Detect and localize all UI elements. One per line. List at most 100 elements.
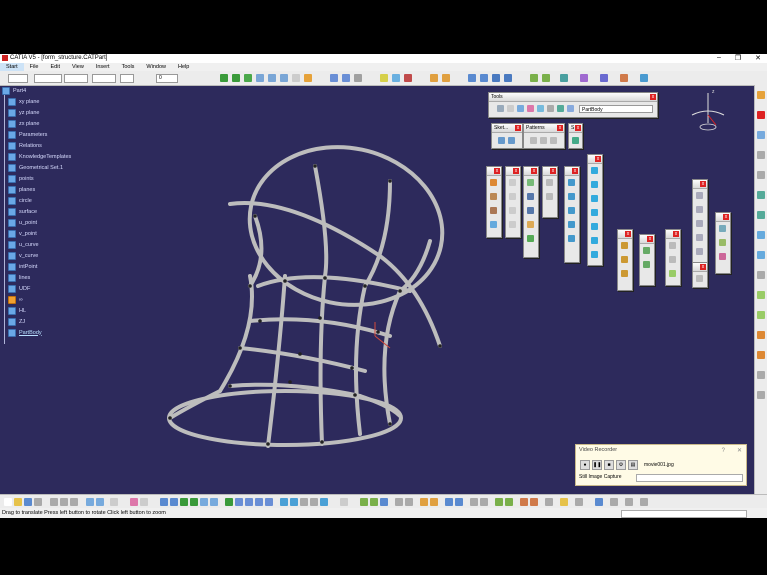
connect-checker-icon[interactable] [669,256,676,263]
rotate-view-icon[interactable] [190,498,198,506]
instance-icon[interactable] [445,498,453,506]
check-rule-icon[interactable] [505,498,513,506]
measure-between-icon[interactable] [621,242,628,249]
pause-button[interactable]: ❚❚ [592,460,602,470]
blend-icon[interactable] [504,74,512,82]
helix-icon[interactable] [719,239,726,246]
comment-icon[interactable] [140,498,148,506]
tree-item-infinity[interactable]: ∞ [8,295,23,304]
intersect-icon[interactable] [568,207,575,214]
surface-sweep-icon[interactable] [591,223,598,230]
view-mode-icon[interactable] [330,74,338,82]
close-icon[interactable]: x [531,168,537,174]
macro-icon[interactable] [470,498,478,506]
maximize-button[interactable]: ❐ [735,54,741,63]
top-view-icon[interactable] [265,498,273,506]
extra-tool-icon[interactable] [696,275,703,282]
reference-icon[interactable] [405,498,413,506]
stop-button[interactable]: ■ [604,460,614,470]
video-recorder-icon[interactable] [560,498,568,506]
wireframe-icon[interactable] [300,498,308,506]
rib-icon[interactable] [757,231,765,239]
slot-icon[interactable] [757,251,765,259]
close-icon[interactable]: x [494,168,500,174]
close-icon[interactable]: x [557,125,563,131]
tree-item-xy-plane[interactable]: xy plane [8,97,40,106]
more-icon[interactable] [640,498,648,506]
whats-this-icon[interactable] [110,498,118,506]
tree-item-v-curve[interactable]: v_curve [8,251,38,260]
fx-formula-icon[interactable] [130,498,138,506]
menu-view[interactable]: View [66,63,90,71]
plane-icon[interactable] [404,74,412,82]
line-icon[interactable] [392,74,400,82]
tree-item-parameters[interactable]: Parameters [8,130,47,139]
tree-item-surface[interactable]: surface [8,207,37,216]
circ-pattern-icon[interactable] [540,137,547,144]
tree-item-u-point[interactable]: u_point [8,218,37,227]
edges-icon[interactable] [290,498,298,506]
close-icon[interactable]: x [723,214,729,220]
workbench-icon[interactable] [757,91,765,99]
new-file-icon[interactable] [4,498,12,506]
point-tool-icon[interactable] [696,192,703,199]
layer-field[interactable] [120,74,134,83]
sketch-icon[interactable] [304,74,312,82]
tree-item-zx-plane[interactable]: zx plane [8,119,40,128]
quick-view-icon[interactable] [225,498,233,506]
groove-icon[interactable] [757,211,765,219]
3d-viewport[interactable] [90,86,490,456]
extrude-icon[interactable] [430,74,438,82]
axis-icon[interactable] [517,105,524,112]
surface-extrude-icon[interactable] [591,167,598,174]
chamfer-icon[interactable] [509,193,516,200]
tree-item-v-point[interactable]: v_point [8,229,37,238]
surface-fill-icon[interactable] [591,237,598,244]
split-icon[interactable] [542,74,550,82]
paste-icon[interactable] [70,498,78,506]
positioned-sketch-icon[interactable] [508,137,515,144]
pan-view-icon[interactable] [180,498,188,506]
surface-revolve-icon[interactable] [591,181,598,188]
check-icon[interactable] [643,261,650,268]
save-icon[interactable] [24,498,32,506]
compass[interactable]: z [686,89,726,136]
menu-file[interactable]: File [24,63,45,71]
fit-view-icon[interactable] [170,498,178,506]
close-icon[interactable]: x [572,168,578,174]
fillet-icon[interactable] [509,179,516,186]
tree-item-geometrical-set[interactable]: Geometrical Set.1 [8,163,63,172]
menu-window[interactable]: Window [140,63,172,71]
close-icon[interactable]: x [647,236,653,242]
spline-icon[interactable] [719,225,726,232]
tree-item-u-curve[interactable]: u_curve [8,240,39,249]
move-icon[interactable] [244,74,252,82]
zoom-out-icon[interactable] [280,74,288,82]
snap-icon[interactable] [640,74,648,82]
rotate-icon[interactable] [256,74,264,82]
body-tool-icon[interactable] [370,498,378,506]
instantiate-icon[interactable] [557,105,564,112]
surface-sphere-icon[interactable] [591,195,598,202]
menu-help[interactable]: Help [172,63,195,71]
knowledge-expert-icon[interactable] [495,498,503,506]
minimize-button[interactable]: – [717,54,721,63]
fit-all-icon[interactable] [232,74,240,82]
close-icon[interactable]: x [575,125,581,131]
point-icon[interactable] [380,74,388,82]
point-type-field[interactable] [92,74,116,83]
menu-edit[interactable]: Edit [45,63,66,71]
close-icon[interactable]: ✕ [737,446,742,456]
sweep-icon[interactable] [468,74,476,82]
axis-system-icon[interactable] [395,498,403,506]
tree-item-relations[interactable]: Relations [8,141,42,150]
shell-icon[interactable] [509,221,516,228]
shaft-icon[interactable] [490,207,497,214]
remove-loft-icon[interactable] [757,311,765,319]
close-icon[interactable]: x [515,125,521,131]
split-icon[interactable] [527,179,534,186]
hide-show-icon[interactable] [354,74,362,82]
options-icon[interactable] [480,498,488,506]
pad-side-icon[interactable] [757,191,765,199]
close-icon[interactable]: x [700,181,706,187]
